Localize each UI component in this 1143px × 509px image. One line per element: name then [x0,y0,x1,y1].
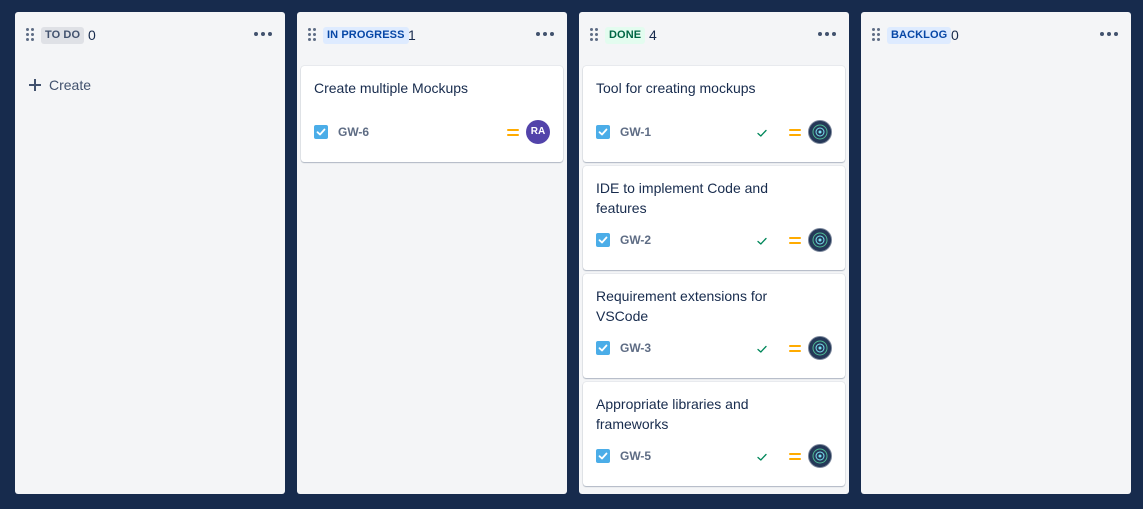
column-title: TO DO [41,27,85,44]
priority-medium-icon [789,126,801,138]
drag-handle-icon[interactable] [26,28,34,41]
done-check-icon [756,450,768,462]
user-avatar-icon[interactable] [808,228,832,252]
user-avatar-icon[interactable] [808,444,832,468]
column-in-progress: IN PROGRESS 1 Create multiple Mockups GW… [297,12,567,494]
issue-summary: Appropriate libraries and frameworks [596,396,749,432]
issue-key[interactable]: GW-6 [338,125,369,139]
column-header: BACKLOG 0 [861,12,1131,58]
priority-medium-icon [789,234,801,246]
column-count: 0 [88,27,96,43]
issue-card[interactable]: IDE to implement Code and features GW-2 [583,166,845,270]
done-check-icon [756,126,768,138]
issue-key[interactable]: GW-1 [620,125,651,139]
user-avatar-icon[interactable] [808,336,832,360]
checkbox-task-icon [596,341,610,355]
create-label: Create [49,77,92,93]
priority-medium-icon [507,126,519,138]
drag-handle-icon[interactable] [590,28,598,41]
column-count: 1 [408,27,416,43]
issue-card[interactable]: Requirement extensions for VSCode GW-3 [583,274,845,378]
plus-icon [28,78,42,92]
column-todo: TO DO 0 Create [15,12,285,494]
more-options-icon[interactable] [254,32,272,37]
checkbox-task-icon [596,233,610,247]
card-footer: GW-3 [596,336,832,360]
issue-key[interactable]: GW-5 [620,449,651,463]
user-avatar-icon[interactable] [808,120,832,144]
card-footer: GW-1 [596,120,832,144]
column-title: IN PROGRESS [323,27,409,44]
issue-summary: IDE to implement Code and features [596,180,768,216]
create-issue-button[interactable]: Create [28,74,91,96]
column-title: BACKLOG [887,27,952,44]
column-count: 4 [649,27,657,43]
issue-card[interactable]: Tool for creating mockups GW-1 [583,66,845,162]
column-title: DONE [605,27,646,44]
kanban-board: TO DO 0 Create IN PROGRESS 1 Create mult… [0,0,1143,509]
issue-key[interactable]: GW-3 [620,341,651,355]
checkbox-task-icon [596,449,610,463]
column-done: DONE 4 Tool for creating mockups GW-1 ID… [579,12,849,494]
column-backlog: BACKLOG 0 [861,12,1131,494]
card-footer: GW-5 [596,444,832,468]
issue-card[interactable]: Create multiple Mockups GW-6 RA [301,66,563,162]
issue-summary: Create multiple Mockups [314,80,469,96]
assignee-avatar[interactable]: RA [526,120,550,144]
issue-summary: Tool for creating mockups [596,80,756,96]
priority-medium-icon [789,342,801,354]
done-check-icon [756,234,768,246]
card-footer: GW-2 [596,228,832,252]
column-header: DONE 4 [579,12,849,58]
more-options-icon[interactable] [818,32,836,37]
drag-handle-icon[interactable] [872,28,880,41]
priority-medium-icon [789,450,801,462]
column-header: TO DO 0 [15,12,285,58]
done-check-icon [756,342,768,354]
card-footer: GW-6 RA [314,120,550,144]
drag-handle-icon[interactable] [308,28,316,41]
issue-card[interactable]: Appropriate libraries and frameworks GW-… [583,382,845,486]
more-options-icon[interactable] [536,32,554,37]
checkbox-task-icon [314,125,328,139]
more-options-icon[interactable] [1100,32,1118,37]
column-count: 0 [951,27,959,43]
column-header: IN PROGRESS 1 [297,12,567,58]
issue-summary: Requirement extensions for VSCode [596,288,768,324]
checkbox-task-icon [596,125,610,139]
issue-key[interactable]: GW-2 [620,233,651,247]
